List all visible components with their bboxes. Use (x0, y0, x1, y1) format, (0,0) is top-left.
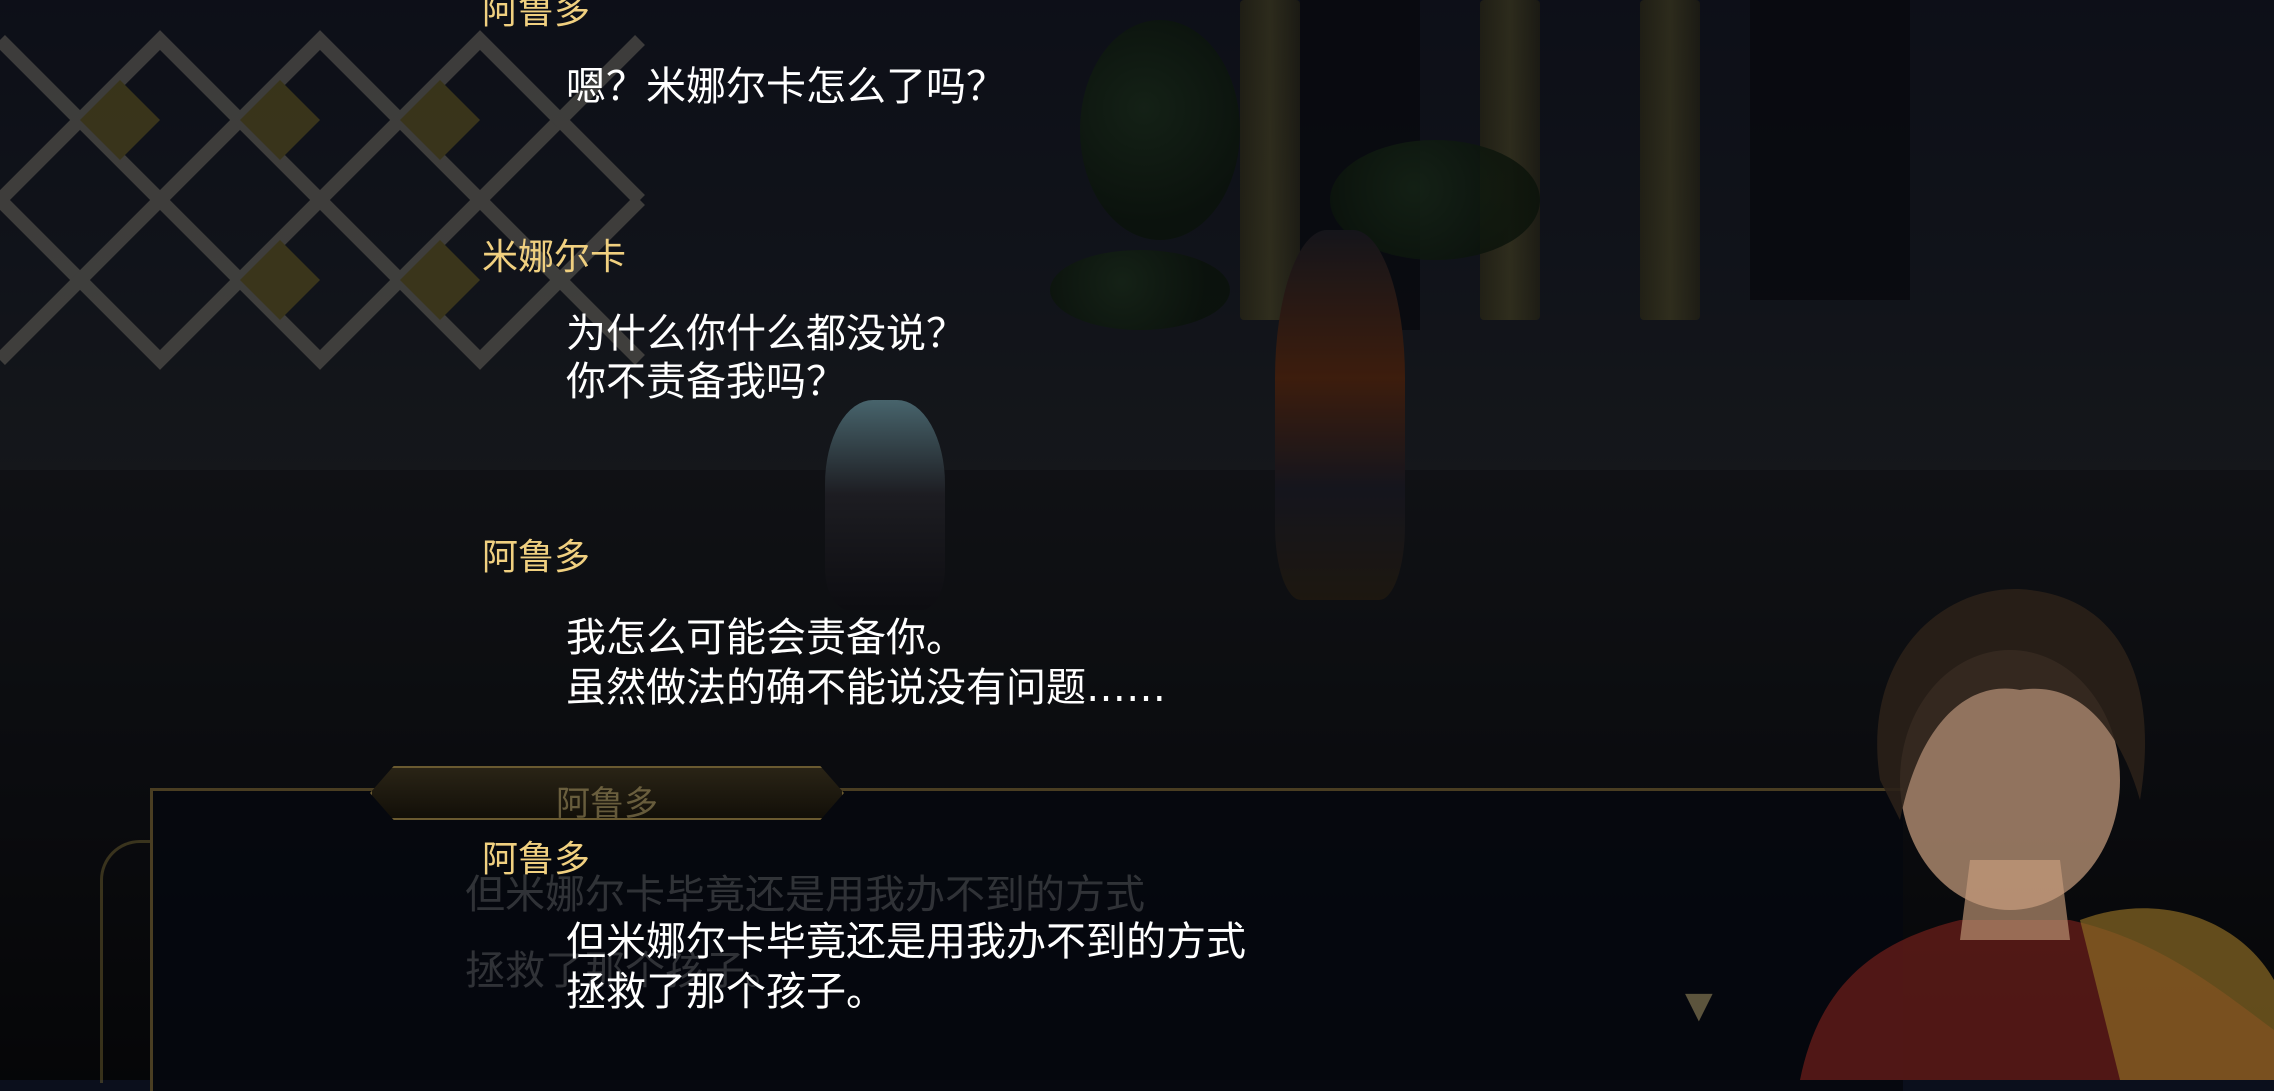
backlog-speaker-name: 阿鲁多 (482, 537, 591, 578)
dialogue-backlog[interactable]: 阿鲁多 嗯？米娜尔卡怎么了吗？ 米娜尔卡 为什么你什么都没说？ 你不责备我吗？ … (0, 0, 2274, 1080)
backlog-dialogue-line: 嗯？米娜尔卡怎么了吗？ (566, 64, 1006, 110)
backlog-dialogue-line: 拯救了那个孩子。 (566, 969, 886, 1015)
backlog-dialogue-line: 但米娜尔卡毕竟还是用我办不到的方式 (566, 919, 1246, 965)
backlog-speaker-name: 阿鲁多 (482, 0, 591, 32)
backlog-dialogue-line: 虽然做法的确不能说没有问题…… (566, 665, 1166, 711)
backlog-dialogue-line: 我怎么可能会责备你。 (566, 615, 966, 661)
backlog-dialogue-line: 你不责备我吗？ (566, 359, 846, 405)
backlog-speaker-name: 米娜尔卡 (482, 237, 627, 278)
backlog-speaker-name: 阿鲁多 (482, 839, 591, 880)
backlog-dialogue-line: 为什么你什么都没说？ (566, 311, 966, 357)
